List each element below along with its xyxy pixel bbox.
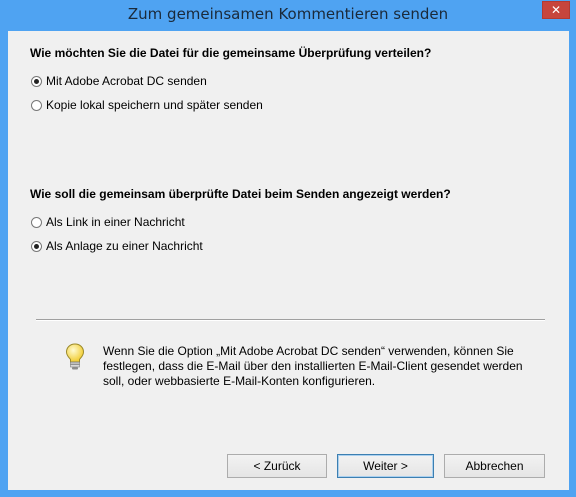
radio-label: Als Link in einer Nachricht xyxy=(46,215,185,229)
close-icon: ✕ xyxy=(550,3,562,17)
radio-button[interactable] xyxy=(31,99,42,111)
radio-label: Kopie lokal speichern und später senden xyxy=(46,98,263,112)
radio-button[interactable] xyxy=(31,216,42,228)
radio-label: Mit Adobe Acrobat DC senden xyxy=(46,74,207,88)
radio-label: Als Anlage zu einer Nachricht xyxy=(46,239,203,253)
question-distribution: Wie möchten Sie die Datei für die gemein… xyxy=(30,46,432,60)
radio-as-link[interactable]: Als Link in einer Nachricht xyxy=(31,215,185,229)
close-button[interactable]: ✕ xyxy=(542,1,570,19)
question-display: Wie soll die gemeinsam überprüfte Datei … xyxy=(30,187,451,201)
dialog-window: Zum gemeinsamen Kommentieren senden ✕ Wi… xyxy=(0,0,576,497)
radio-button-checked[interactable] xyxy=(31,75,42,87)
window-title: Zum gemeinsamen Kommentieren senden xyxy=(127,5,449,23)
next-button[interactable]: Weiter > xyxy=(337,454,434,478)
lightbulb-icon xyxy=(65,343,85,370)
radio-button-checked[interactable] xyxy=(31,240,42,252)
title-bar[interactable]: Zum gemeinsamen Kommentieren senden ✕ xyxy=(0,0,576,30)
cancel-button[interactable]: Abbrechen xyxy=(444,454,545,478)
back-button[interactable]: < Zurück xyxy=(227,454,327,478)
dialog-body: Wie möchten Sie die Datei für die gemein… xyxy=(8,31,569,490)
info-text: Wenn Sie die Option „Mit Adobe Acrobat D… xyxy=(103,344,523,388)
divider xyxy=(36,319,545,321)
radio-save-local[interactable]: Kopie lokal speichern und später senden xyxy=(31,98,263,112)
radio-as-attachment[interactable]: Als Anlage zu einer Nachricht xyxy=(31,239,203,253)
radio-send-acrobat[interactable]: Mit Adobe Acrobat DC senden xyxy=(31,74,207,88)
